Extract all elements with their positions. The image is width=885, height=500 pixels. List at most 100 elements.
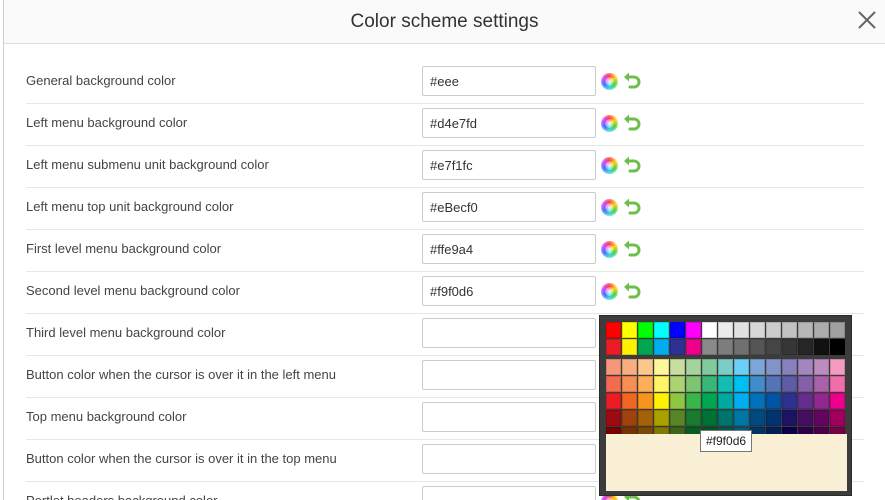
color-swatch[interactable] xyxy=(814,410,829,426)
color-swatch[interactable] xyxy=(638,393,653,409)
color-swatch[interactable] xyxy=(830,410,845,426)
color-swatch[interactable] xyxy=(718,322,733,338)
color-swatch[interactable] xyxy=(830,322,845,338)
color-wheel-icon[interactable] xyxy=(601,199,618,216)
color-swatch[interactable] xyxy=(702,322,717,338)
color-swatch[interactable] xyxy=(606,410,621,426)
color-swatch[interactable] xyxy=(606,322,621,338)
color-swatch[interactable] xyxy=(798,339,813,355)
color-value-input[interactable] xyxy=(422,108,596,138)
color-swatch[interactable] xyxy=(686,359,701,375)
color-swatch[interactable] xyxy=(702,376,717,392)
color-swatch[interactable] xyxy=(766,322,781,338)
color-swatch[interactable] xyxy=(702,359,717,375)
color-swatch[interactable] xyxy=(654,410,669,426)
color-swatch[interactable] xyxy=(734,393,749,409)
color-swatch[interactable] xyxy=(670,410,685,426)
color-swatch[interactable] xyxy=(686,339,701,355)
color-swatch[interactable] xyxy=(718,410,733,426)
color-swatch[interactable] xyxy=(830,393,845,409)
color-swatch[interactable] xyxy=(766,410,781,426)
color-value-input[interactable] xyxy=(422,360,596,390)
color-swatch[interactable] xyxy=(782,410,797,426)
color-value-input[interactable] xyxy=(422,318,596,348)
color-swatch[interactable] xyxy=(814,322,829,338)
color-swatch[interactable] xyxy=(830,339,845,355)
color-value-input[interactable] xyxy=(422,66,596,96)
color-swatch[interactable] xyxy=(798,393,813,409)
color-swatch[interactable] xyxy=(638,359,653,375)
color-swatch[interactable] xyxy=(654,376,669,392)
color-wheel-icon[interactable] xyxy=(601,241,618,258)
color-swatch[interactable] xyxy=(782,376,797,392)
color-swatch[interactable] xyxy=(702,410,717,426)
undo-arrow-icon[interactable] xyxy=(622,281,642,301)
color-value-input[interactable] xyxy=(422,486,596,500)
color-swatch[interactable] xyxy=(830,376,845,392)
color-swatch[interactable] xyxy=(654,322,669,338)
color-swatch[interactable] xyxy=(670,322,685,338)
color-value-input[interactable] xyxy=(422,444,596,474)
color-swatch[interactable] xyxy=(654,339,669,355)
color-swatch[interactable] xyxy=(622,359,637,375)
color-swatch[interactable] xyxy=(766,376,781,392)
color-swatch[interactable] xyxy=(670,359,685,375)
color-swatch[interactable] xyxy=(830,359,845,375)
color-swatch[interactable] xyxy=(750,322,765,338)
color-swatch[interactable] xyxy=(702,339,717,355)
color-swatch[interactable] xyxy=(686,410,701,426)
color-swatch[interactable] xyxy=(782,322,797,338)
color-value-input[interactable] xyxy=(422,276,596,306)
color-wheel-icon[interactable] xyxy=(601,73,618,90)
color-swatch[interactable] xyxy=(622,339,637,355)
color-swatch[interactable] xyxy=(750,376,765,392)
undo-arrow-icon[interactable] xyxy=(622,113,642,133)
close-icon[interactable] xyxy=(855,8,879,32)
undo-arrow-icon[interactable] xyxy=(622,239,642,259)
color-swatch[interactable] xyxy=(734,359,749,375)
color-swatch[interactable] xyxy=(686,393,701,409)
color-swatch[interactable] xyxy=(814,359,829,375)
color-value-input[interactable] xyxy=(422,192,596,222)
color-swatch[interactable] xyxy=(734,339,749,355)
color-swatch[interactable] xyxy=(718,393,733,409)
color-swatch[interactable] xyxy=(782,359,797,375)
color-swatch[interactable] xyxy=(702,393,717,409)
color-swatch[interactable] xyxy=(654,359,669,375)
color-swatch[interactable] xyxy=(638,410,653,426)
color-swatch[interactable] xyxy=(750,359,765,375)
color-swatch[interactable] xyxy=(750,410,765,426)
color-swatch[interactable] xyxy=(782,339,797,355)
color-swatch[interactable] xyxy=(798,410,813,426)
color-swatch[interactable] xyxy=(670,376,685,392)
color-swatch[interactable] xyxy=(734,410,749,426)
color-swatch[interactable] xyxy=(798,322,813,338)
color-swatch[interactable] xyxy=(622,322,637,338)
color-swatch[interactable] xyxy=(750,339,765,355)
color-swatch[interactable] xyxy=(734,322,749,338)
undo-arrow-icon[interactable] xyxy=(622,71,642,91)
color-swatch[interactable] xyxy=(638,322,653,338)
color-swatch[interactable] xyxy=(622,393,637,409)
color-swatch[interactable] xyxy=(686,322,701,338)
color-swatch[interactable] xyxy=(638,376,653,392)
color-value-input[interactable] xyxy=(422,234,596,264)
color-swatch[interactable] xyxy=(734,376,749,392)
color-swatch[interactable] xyxy=(654,393,669,409)
color-swatch[interactable] xyxy=(814,393,829,409)
color-swatch[interactable] xyxy=(670,393,685,409)
color-value-input[interactable] xyxy=(422,402,596,432)
color-swatch[interactable] xyxy=(814,339,829,355)
color-swatch[interactable] xyxy=(814,376,829,392)
color-swatch[interactable] xyxy=(782,393,797,409)
color-swatch[interactable] xyxy=(718,339,733,355)
undo-arrow-icon[interactable] xyxy=(622,155,642,175)
color-swatch[interactable] xyxy=(606,339,621,355)
color-swatch[interactable] xyxy=(718,359,733,375)
color-wheel-icon[interactable] xyxy=(601,157,618,174)
color-swatch[interactable] xyxy=(606,376,621,392)
color-swatch[interactable] xyxy=(622,376,637,392)
color-wheel-icon[interactable] xyxy=(601,115,618,132)
color-swatch[interactable] xyxy=(622,410,637,426)
color-swatch[interactable] xyxy=(766,359,781,375)
